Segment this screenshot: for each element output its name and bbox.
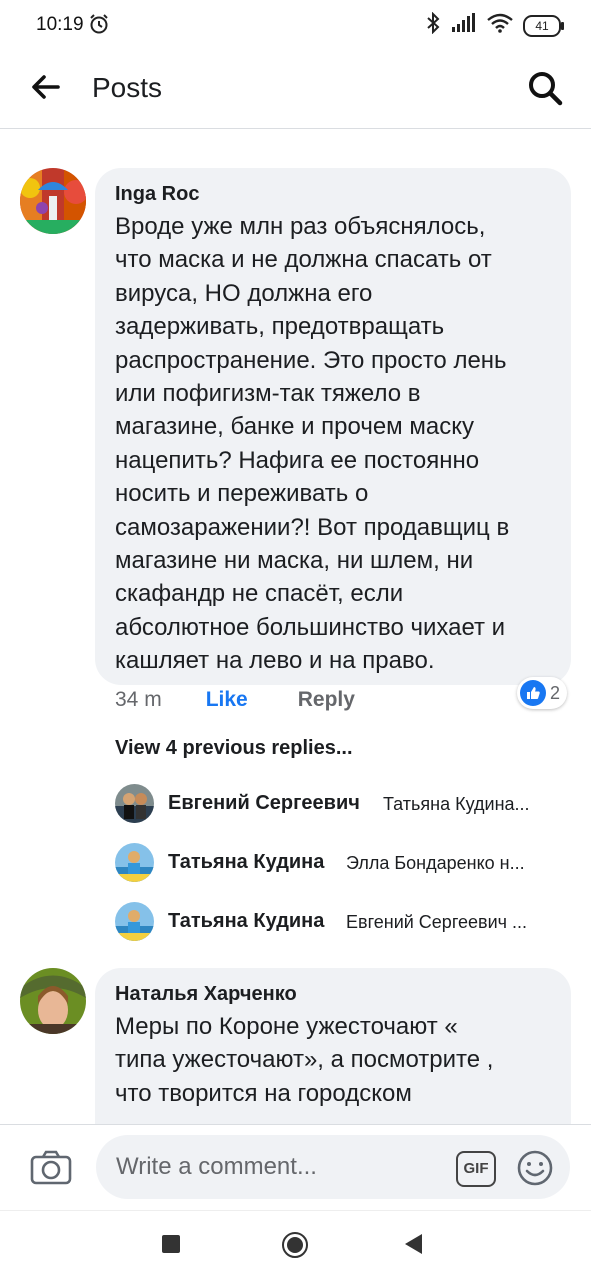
battery-icon: 41 [523, 14, 564, 37]
reply-author[interactable]: Татьяна Кудина [168, 851, 324, 874]
comment-bubble: Наталья Харченко Меры по Короне ужесточа… [95, 968, 571, 1124]
gif-button[interactable]: GIF [456, 1151, 496, 1187]
reply-button[interactable]: Reply [298, 688, 355, 712]
camera-icon[interactable] [30, 1149, 72, 1190]
home-icon[interactable] [282, 1232, 308, 1258]
reaction-count: 2 [550, 682, 561, 703]
avatar[interactable] [115, 784, 154, 823]
avatar[interactable] [115, 902, 154, 941]
status-bar: 10:19 41 [0, 0, 591, 52]
reaction-badge[interactable]: 2 [517, 677, 567, 709]
view-previous-replies-link[interactable]: View 4 previous replies... [115, 737, 353, 760]
comment-timestamp: 34 m [115, 688, 162, 711]
comment-input[interactable]: Write a comment... GIF [96, 1135, 570, 1199]
reply-preview[interactable]: Евгений Сергеевич Татьяна Кудина... [115, 784, 565, 824]
emoji-icon[interactable] [516, 1149, 554, 1192]
signal-icon [451, 13, 477, 38]
reply-preview-text: Татьяна Кудина... [383, 794, 530, 814]
page-title: Posts [92, 72, 163, 103]
bluetooth-icon [425, 11, 441, 39]
like-button[interactable]: Like [206, 688, 248, 712]
avatar[interactable] [20, 968, 86, 1034]
reply-preview[interactable]: Татьяна Кудина Евгений Сергеевич ... [115, 902, 565, 942]
search-icon[interactable] [527, 70, 563, 111]
avatar[interactable] [115, 843, 154, 882]
comment-placeholder: Write a comment... [116, 1153, 317, 1180]
reply-author[interactable]: Евгений Сергеевич [168, 792, 360, 815]
comment-composer: Write a comment... GIF [0, 1124, 591, 1211]
reply-preview-text: Евгений Сергеевич ... [346, 912, 528, 932]
back-arrow-icon[interactable] [30, 74, 60, 105]
comment-bubble: Inga Roc Вроде уже млн раз объяснялось, … [95, 168, 571, 685]
back-icon[interactable] [405, 1234, 422, 1254]
status-time: 10:19 [36, 14, 84, 35]
reply-preview-text: Элла Бондаренко н... [346, 853, 525, 873]
like-reaction-icon [520, 680, 546, 706]
app-header: Posts [0, 52, 591, 129]
comment-actions: 34 m Like Reply [115, 688, 355, 712]
comment-author[interactable]: Inga Roc [115, 183, 199, 206]
comment-text: Вроде уже млн раз объяснялось, что маска… [115, 213, 510, 675]
alarm-icon [88, 13, 110, 40]
wifi-icon [487, 13, 513, 38]
comments-feed: Inga Roc Вроде уже млн раз объяснялось, … [0, 129, 591, 1124]
reply-author[interactable]: Татьяна Кудина [168, 910, 324, 933]
avatar[interactable] [20, 168, 86, 234]
recents-icon[interactable] [162, 1235, 180, 1253]
system-navigation-bar [0, 1210, 591, 1281]
comment-text: Меры по Короне ужесточают « типа ужесточ… [115, 1013, 494, 1107]
comment-author[interactable]: Наталья Харченко [115, 983, 297, 1006]
reply-preview[interactable]: Татьяна Кудина Элла Бондаренко н... [115, 843, 565, 883]
